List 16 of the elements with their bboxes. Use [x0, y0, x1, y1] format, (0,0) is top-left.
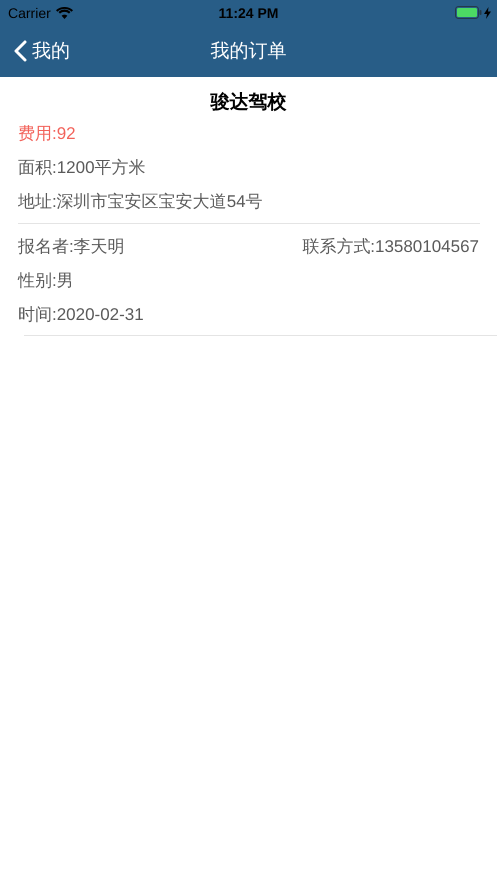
detail-text: 地址:深圳市宝安区宝安大道54号: [18, 191, 263, 213]
price-text: 费用:92: [18, 123, 76, 145]
school-name: 骏达驾校: [210, 92, 286, 113]
detail-text: 性别:男: [18, 270, 74, 292]
page-title: 我的订单: [210, 40, 286, 64]
detail-text: 面积:1200平方米: [18, 157, 146, 179]
back-button[interactable]: 我的: [14, 38, 70, 64]
detail-text: 时间:2020-02-31: [18, 304, 144, 326]
applicant-name: 报名者:李天明: [18, 236, 125, 258]
carrier-label: Carrier: [8, 4, 51, 20]
back-chevron-icon: [14, 40, 27, 62]
charging-icon: [484, 6, 491, 18]
clock-time: 11:24 PM: [218, 4, 278, 20]
wifi-icon: [56, 6, 73, 18]
battery-icon: [455, 6, 482, 19]
contact-phone: 联系方式:13580104567: [302, 236, 479, 258]
